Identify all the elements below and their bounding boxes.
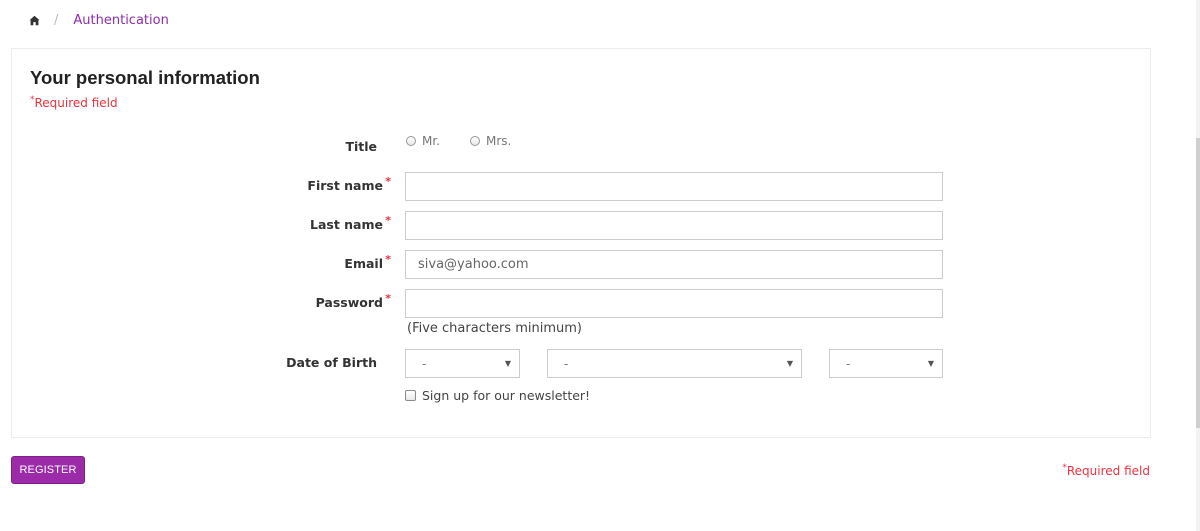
breadcrumb-current[interactable]: Authentication <box>73 13 168 28</box>
dob-day-select[interactable]: - ▼ <box>405 349 520 378</box>
dob-day-value: - <box>422 356 427 371</box>
last-name-label: Last name * <box>309 214 391 232</box>
required-field-note: *Required field <box>30 95 118 110</box>
personal-info-panel: Your personal information *Required fiel… <box>11 48 1151 438</box>
dob-year-select[interactable]: - ▼ <box>829 349 943 378</box>
required-field-note-bottom: *Required field <box>1062 463 1150 478</box>
last-name-required-star: * <box>385 214 391 227</box>
radio-mr[interactable] <box>406 136 416 146</box>
password-required-star: * <box>385 292 391 305</box>
dob-month-select[interactable]: - ▼ <box>547 349 802 378</box>
required-star: * <box>30 95 35 105</box>
newsletter-label[interactable]: Sign up for our newsletter! <box>422 388 590 403</box>
first-name-input[interactable] <box>405 172 943 201</box>
required-star-bottom: * <box>1062 463 1067 473</box>
email-input[interactable]: siva@yahoo.com <box>405 250 943 279</box>
email-label: Email * <box>344 253 391 271</box>
breadcrumb: / Authentication <box>29 11 169 29</box>
email-required-star: * <box>385 253 391 266</box>
title-radio-group: Mr. Mrs. <box>406 134 541 148</box>
password-hint: (Five characters minimum) <box>407 321 582 336</box>
title-option-mr[interactable]: Mr. <box>406 134 440 148</box>
required-field-text-bottom: Required field <box>1066 464 1150 478</box>
first-name-label: First name * <box>307 175 391 193</box>
last-name-label-text: Last name <box>309 217 383 232</box>
section-title: Your personal information <box>30 67 260 88</box>
newsletter-checkbox[interactable] <box>405 390 416 401</box>
radio-mrs-label[interactable]: Mrs. <box>486 134 511 148</box>
dob-year-value: - <box>846 356 851 371</box>
chevron-down-icon: ▼ <box>786 359 793 368</box>
password-label-text: Password <box>315 295 383 310</box>
radio-mr-label[interactable]: Mr. <box>422 134 440 148</box>
password-input[interactable] <box>405 289 943 318</box>
title-option-mrs[interactable]: Mrs. <box>470 134 511 148</box>
title-label: Title <box>345 139 377 154</box>
newsletter-option[interactable]: Sign up for our newsletter! <box>405 388 590 403</box>
radio-mrs[interactable] <box>470 136 480 146</box>
email-label-text: Email <box>344 256 383 271</box>
dob-label: Date of Birth <box>286 355 377 370</box>
chevron-down-icon: ▼ <box>927 359 934 368</box>
dob-month-value: - <box>564 356 569 371</box>
breadcrumb-separator: / <box>54 12 59 28</box>
first-name-label-text: First name <box>307 178 383 193</box>
password-label: Password * <box>315 292 391 310</box>
first-name-required-star: * <box>385 175 391 188</box>
scrollbar-thumb[interactable] <box>1196 138 1200 428</box>
chevron-down-icon: ▼ <box>504 359 511 368</box>
register-button[interactable]: REGISTER <box>11 456 85 484</box>
scrollbar[interactable] <box>1196 0 1200 531</box>
required-field-text: Required field <box>34 96 118 110</box>
home-icon[interactable] <box>29 15 40 26</box>
last-name-input[interactable] <box>405 211 943 240</box>
